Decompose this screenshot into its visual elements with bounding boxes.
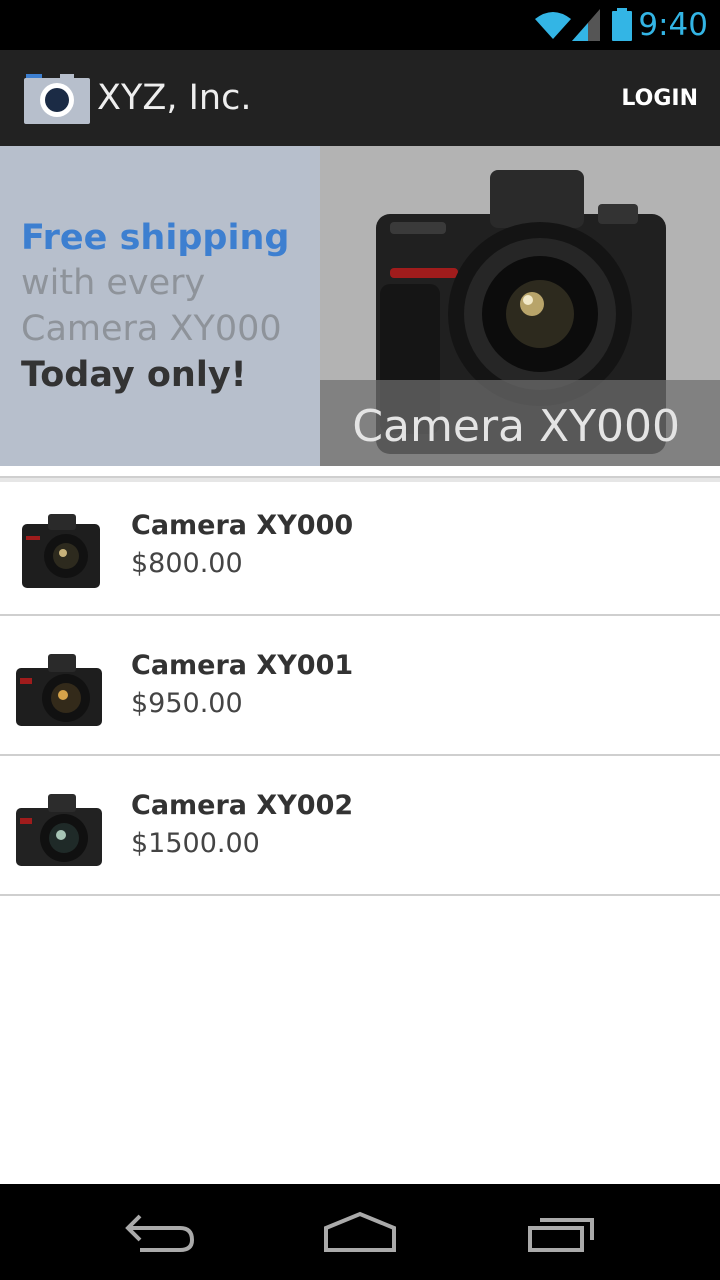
divider bbox=[0, 466, 720, 476]
product-item[interactable]: Camera XY000 $800.00 bbox=[0, 482, 720, 616]
battery-icon bbox=[610, 8, 634, 47]
login-button[interactable]: LOGIN bbox=[621, 86, 698, 111]
wifi-icon bbox=[533, 9, 573, 46]
camera-thumbnail bbox=[14, 650, 104, 735]
promo-line-3: Camera XY000 bbox=[21, 309, 282, 349]
promo-image-panel: Camera XY000 bbox=[320, 146, 720, 466]
screen: 9:40 XYZ, Inc. LOGIN Free shipping with … bbox=[0, 0, 720, 1280]
clock: 9:40 bbox=[638, 7, 708, 43]
product-price: $1500.00 bbox=[131, 828, 260, 859]
product-item[interactable]: Camera XY001 $950.00 bbox=[0, 622, 720, 756]
app-title: XYZ, Inc. bbox=[97, 78, 252, 118]
navigation-bar bbox=[0, 1184, 720, 1280]
product-item[interactable]: Camera XY002 $1500.00 bbox=[0, 762, 720, 896]
status-bar: 9:40 bbox=[0, 0, 720, 50]
camera-thumbnail bbox=[14, 790, 104, 875]
promo-headline: Free shipping bbox=[21, 218, 290, 258]
product-price: $950.00 bbox=[131, 688, 243, 719]
promo-line-4: Today only! bbox=[21, 355, 247, 395]
promo-banner[interactable]: Free shipping with every Camera XY000 To… bbox=[0, 146, 720, 466]
camera-thumbnail bbox=[14, 510, 104, 595]
product-price: $800.00 bbox=[131, 548, 243, 579]
product-name: Camera XY002 bbox=[131, 790, 354, 821]
back-icon[interactable] bbox=[120, 1208, 200, 1259]
product-list: Camera XY000 $800.00 Camera XY001 $950.0… bbox=[0, 482, 720, 896]
promo-line-2: with every bbox=[21, 263, 206, 303]
product-name: Camera XY001 bbox=[131, 650, 354, 681]
action-bar: XYZ, Inc. LOGIN bbox=[0, 50, 720, 146]
promo-text-panel: Free shipping with every Camera XY000 To… bbox=[0, 146, 320, 466]
signal-icon bbox=[572, 9, 602, 46]
home-icon[interactable] bbox=[318, 1208, 402, 1259]
recents-icon[interactable] bbox=[522, 1208, 602, 1259]
promo-caption: Camera XY000 bbox=[352, 401, 680, 452]
camera-icon[interactable] bbox=[24, 72, 90, 129]
product-name: Camera XY000 bbox=[131, 510, 354, 541]
